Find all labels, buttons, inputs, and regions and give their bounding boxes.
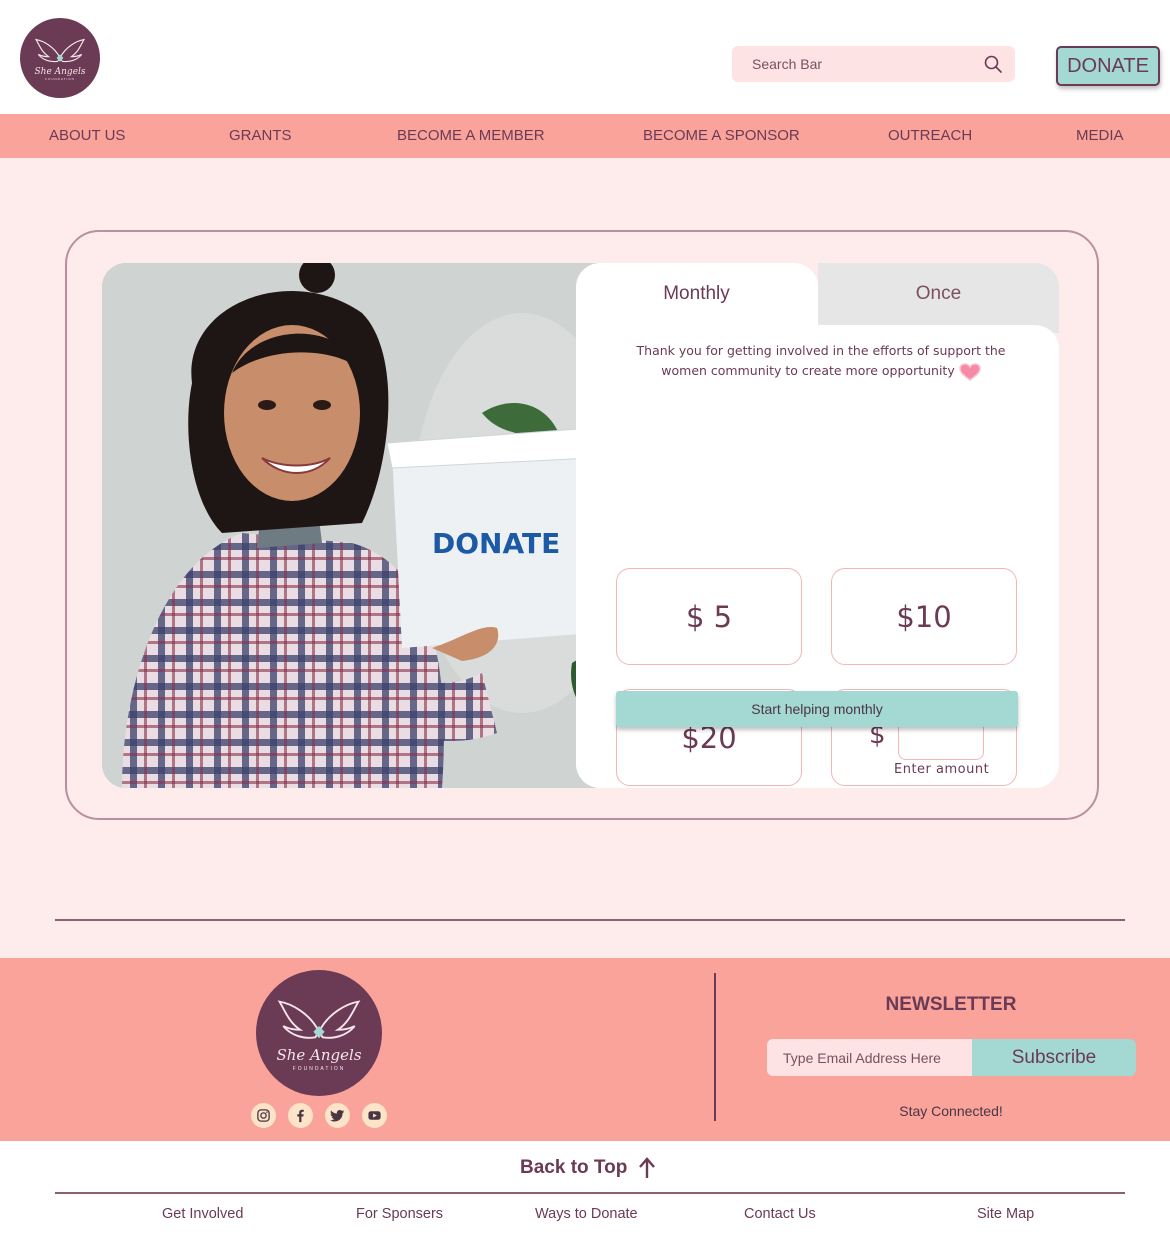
thank-you-line-2: women community to create more opportuni…	[661, 363, 955, 378]
facebook-icon[interactable]	[288, 1103, 313, 1128]
section-divider	[55, 919, 1125, 921]
start-helping-button[interactable]: Start helping monthly	[616, 691, 1018, 727]
social-links	[251, 1103, 387, 1128]
newsletter-tagline: Stay Connected!	[899, 1103, 1003, 1119]
search-icon[interactable]	[983, 54, 1003, 74]
footer-logo-script: She Angels	[276, 1046, 362, 1064]
newsletter-title: NEWSLETTER	[885, 994, 1017, 1015]
donor-photo: DONATE	[102, 263, 612, 788]
donor-illustration: DONATE	[102, 263, 612, 788]
youtube-icon[interactable]	[362, 1103, 387, 1128]
search-input[interactable]	[752, 56, 983, 72]
footer-link-ways-to-donate[interactable]: Ways to Donate	[535, 1206, 638, 1222]
custom-amount-hint: Enter amount	[894, 762, 990, 777]
nav-item-media[interactable]: MEDIA	[1076, 114, 1124, 158]
footer-divider	[714, 973, 716, 1121]
amount-option-5[interactable]: $ 5	[616, 568, 802, 665]
tab-monthly[interactable]: Monthly	[576, 283, 817, 305]
donation-section: DONATE Monthly Once Thank you for gettin…	[0, 158, 1170, 958]
site-footer: She Angels FOUNDATION NEWSLETTER Subscri…	[0, 958, 1170, 1141]
nav-item-outreach[interactable]: OUTREACH	[888, 114, 972, 158]
thank-you-message: Thank you for getting involved in the ef…	[606, 341, 1036, 381]
amount-option-10[interactable]: $10	[831, 568, 1017, 665]
footer-links-divider	[55, 1192, 1125, 1194]
footer-link-get-involved[interactable]: Get Involved	[162, 1206, 243, 1222]
footer-link-for-sponsers[interactable]: For Sponsers	[356, 1206, 443, 1222]
nav-item-become-a-member[interactable]: BECOME A MEMBER	[397, 114, 545, 158]
search-bar[interactable]	[732, 46, 1015, 82]
site-header: She Angels FOUNDATION DONATE	[0, 0, 1170, 114]
logo-script-text: She Angels	[34, 67, 86, 77]
footer-links-bar: Back to Top Get Involved For Sponsers Wa…	[0, 1141, 1170, 1236]
site-logo[interactable]: She Angels FOUNDATION	[20, 18, 100, 98]
subscribe-button[interactable]: Subscribe	[972, 1039, 1136, 1076]
box-donate-text: DONATE	[432, 527, 560, 560]
nav-item-become-a-sponsor[interactable]: BECOME A SPONSOR	[643, 114, 800, 158]
instagram-icon[interactable]	[251, 1103, 276, 1128]
donation-form-panel: Monthly Once Thank you for getting invol…	[576, 263, 1059, 788]
footer-link-contact-us[interactable]: Contact Us	[744, 1206, 816, 1222]
logo-subtitle: FOUNDATION	[45, 77, 75, 81]
nav-item-about-us[interactable]: ABOUT US	[49, 114, 125, 158]
footer-logo-subtitle: FOUNDATION	[292, 1066, 346, 1072]
back-to-top-link[interactable]: Back to Top	[520, 1157, 657, 1179]
thank-you-line-1: Thank you for getting involved in the ef…	[636, 343, 1006, 358]
tab-once[interactable]: Once	[818, 283, 1059, 305]
donate-button[interactable]: DONATE	[1056, 46, 1160, 86]
footer-link-site-map[interactable]: Site Map	[977, 1206, 1034, 1222]
footer-logo[interactable]: She Angels FOUNDATION	[256, 970, 382, 1096]
twitter-icon[interactable]	[325, 1103, 350, 1128]
newsletter-email-input[interactable]	[767, 1039, 977, 1076]
arrow-up-icon	[639, 1157, 656, 1178]
nav-item-grants[interactable]: GRANTS	[229, 114, 292, 158]
heart-icon	[958, 362, 981, 381]
back-to-top-label: Back to Top	[520, 1157, 628, 1178]
main-nav: ABOUT US GRANTS BECOME A MEMBER BECOME A…	[0, 114, 1170, 158]
